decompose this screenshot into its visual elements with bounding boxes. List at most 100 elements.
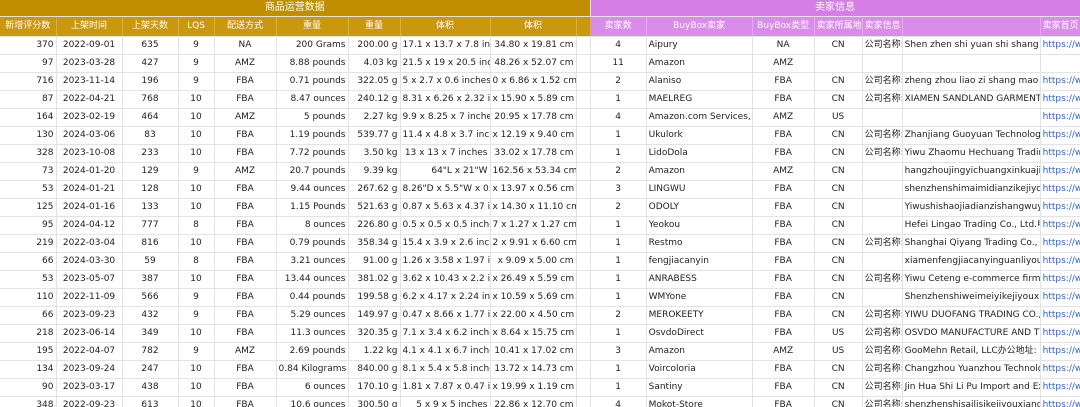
column-header[interactable]: 卖家首页 bbox=[1040, 16, 1080, 37]
table-cell[interactable]: 公司名称: bbox=[862, 378, 903, 397]
table-cell[interactable] bbox=[576, 54, 591, 73]
table-cell[interactable]: 3.50 kg bbox=[348, 144, 401, 163]
table-cell[interactable] bbox=[576, 252, 591, 271]
table-cell[interactable]: 1 bbox=[590, 360, 647, 379]
column-header[interactable]: 体积 bbox=[490, 16, 577, 37]
table-cell[interactable]: NA bbox=[214, 36, 277, 55]
table-cell[interactable]: 1.19 pounds bbox=[276, 126, 349, 145]
table-cell[interactable]: FBA bbox=[752, 324, 815, 343]
table-cell[interactable]: 0.84 Kilograms bbox=[276, 360, 349, 379]
table-cell[interactable]: 6 ounces bbox=[276, 378, 349, 397]
table-cell[interactable]: x 14.30 x 11.10 cm bbox=[490, 198, 577, 217]
table-cell[interactable]: 1 bbox=[590, 126, 647, 145]
table-cell[interactable]: CN bbox=[814, 90, 863, 109]
table-cell[interactable] bbox=[576, 144, 591, 163]
table-cell[interactable]: 2022-09-01 bbox=[56, 36, 123, 55]
table-cell[interactable]: 438 bbox=[122, 378, 179, 397]
table-cell[interactable]: 840.00 g bbox=[348, 360, 401, 379]
table-cell[interactable]: Restmo bbox=[646, 234, 753, 253]
table-cell[interactable] bbox=[576, 36, 591, 55]
table-cell[interactable]: https://www.am bbox=[1040, 180, 1080, 199]
table-cell[interactable] bbox=[862, 54, 903, 73]
table-cell[interactable]: 7.72 pounds bbox=[276, 144, 349, 163]
table-cell[interactable]: 10 bbox=[178, 108, 215, 127]
table-cell[interactable]: XIAMEN SANDLAND GARMENTS CC bbox=[902, 90, 1041, 109]
table-cell[interactable]: 4 bbox=[590, 108, 647, 127]
table-cell[interactable]: 17.1 x 13.7 x 7.8 inches bbox=[400, 36, 491, 55]
table-cell[interactable]: FBA bbox=[752, 396, 815, 407]
table-cell[interactable]: Santiny bbox=[646, 378, 753, 397]
table-cell[interactable]: 1 bbox=[590, 216, 647, 235]
table-cell[interactable]: 1 bbox=[590, 288, 647, 307]
table-cell[interactable]: CN bbox=[814, 216, 863, 235]
table-cell[interactable] bbox=[862, 288, 903, 307]
table-cell[interactable]: https://www.am bbox=[1040, 126, 1080, 145]
table-cell[interactable]: 2023-05-07 bbox=[56, 270, 123, 289]
table-cell[interactable]: 10 bbox=[178, 198, 215, 217]
table-cell[interactable]: 3.62 x 10.43 x 2.2 inches bbox=[400, 270, 491, 289]
column-header[interactable]: BuyBox类型 bbox=[752, 16, 815, 37]
table-cell[interactable]: 10 bbox=[178, 360, 215, 379]
table-cell[interactable]: AMZ bbox=[752, 342, 815, 361]
table-cell[interactable]: 2024-03-30 bbox=[56, 252, 123, 271]
column-header[interactable]: 体积 bbox=[400, 16, 491, 37]
table-cell[interactable]: 200 Grams bbox=[276, 36, 349, 55]
column-header[interactable]: LQS bbox=[178, 16, 215, 37]
table-cell[interactable]: 635 bbox=[122, 36, 179, 55]
table-cell[interactable]: FBA bbox=[752, 90, 815, 109]
table-cell[interactable]: FBA bbox=[752, 180, 815, 199]
table-cell[interactable]: 8.47 ounces bbox=[276, 90, 349, 109]
table-cell[interactable]: 13 x 13 x 7 inches bbox=[400, 144, 491, 163]
table-cell[interactable]: Yeokou bbox=[646, 216, 753, 235]
table-cell[interactable]: 2 x 9.91 x 6.60 cm bbox=[490, 234, 577, 253]
table-cell[interactable]: 9.9 x 8.25 x 7 inches bbox=[400, 108, 491, 127]
table-cell[interactable]: 233 bbox=[122, 144, 179, 163]
table-cell[interactable]: 8.1 x 5.4 x 5.8 inches bbox=[400, 360, 491, 379]
table-cell[interactable]: 716 bbox=[0, 72, 57, 91]
table-cell[interactable]: 2023-09-24 bbox=[56, 360, 123, 379]
table-cell[interactable] bbox=[862, 162, 903, 181]
table-cell[interactable]: Shanghai Qiyang Trading Co., Ltd.电 bbox=[902, 234, 1041, 253]
table-cell[interactable] bbox=[576, 126, 591, 145]
table-cell[interactable]: https://www.am bbox=[1040, 234, 1080, 253]
table-cell[interactable]: Hefei Lingao Trading Co., Ltd.电话号 bbox=[902, 216, 1041, 235]
table-cell[interactable]: 381.02 g bbox=[348, 270, 401, 289]
table-cell[interactable]: 8 bbox=[178, 252, 215, 271]
table-cell[interactable]: CN bbox=[814, 252, 863, 271]
table-cell[interactable]: FBA bbox=[752, 144, 815, 163]
table-cell[interactable]: MAELREG bbox=[646, 90, 753, 109]
table-cell[interactable]: FBA bbox=[214, 306, 277, 325]
table-cell[interactable]: 125 bbox=[0, 198, 57, 217]
table-cell[interactable]: 公司名称: bbox=[862, 396, 903, 407]
table-cell[interactable]: fengjiacanyin bbox=[646, 252, 753, 271]
table-cell[interactable]: https://www.am bbox=[1040, 396, 1080, 407]
table-cell[interactable]: Ukulork bbox=[646, 126, 753, 145]
table-cell[interactable]: 5 pounds bbox=[276, 108, 349, 127]
table-cell[interactable]: 1.26 x 3.58 x 1.97 inches bbox=[400, 252, 491, 271]
table-cell[interactable]: 2023-11-14 bbox=[56, 72, 123, 91]
table-cell[interactable]: 6.2 x 4.17 x 2.24 inches bbox=[400, 288, 491, 307]
table-cell[interactable] bbox=[862, 198, 903, 217]
table-cell[interactable]: 7.1 x 3.4 x 6.2 inches bbox=[400, 324, 491, 343]
table-cell[interactable]: 370 bbox=[0, 36, 57, 55]
column-header[interactable] bbox=[902, 16, 1041, 37]
table-cell[interactable] bbox=[576, 306, 591, 325]
table-cell[interactable]: https://www.am bbox=[1040, 108, 1080, 127]
table-cell[interactable]: 公司名称: bbox=[862, 234, 903, 253]
table-cell[interactable]: 199.58 g bbox=[348, 288, 401, 307]
table-cell[interactable]: Amazon bbox=[646, 342, 753, 361]
table-cell[interactable]: AMZ bbox=[214, 342, 277, 361]
column-header[interactable]: 上架时间 bbox=[56, 16, 123, 37]
table-cell[interactable]: 2024-03-06 bbox=[56, 126, 123, 145]
table-cell[interactable]: 432 bbox=[122, 306, 179, 325]
table-cell[interactable]: FBA bbox=[752, 216, 815, 235]
table-cell[interactable]: FBA bbox=[214, 144, 277, 163]
table-cell[interactable]: 3.21 ounces bbox=[276, 252, 349, 271]
table-cell[interactable]: 9 bbox=[178, 342, 215, 361]
table-cell[interactable]: FBA bbox=[752, 360, 815, 379]
table-cell[interactable]: OSVDO MANUFACTURE AND TRAD bbox=[902, 324, 1041, 343]
table-cell[interactable]: AMZ bbox=[752, 108, 815, 127]
table-cell[interactable]: shenzhenshimaimidianzikejiyouxiang bbox=[902, 180, 1041, 199]
table-cell[interactable]: 4.1 x 4.1 x 6.7 inches bbox=[400, 342, 491, 361]
table-cell[interactable]: FBA bbox=[214, 324, 277, 343]
